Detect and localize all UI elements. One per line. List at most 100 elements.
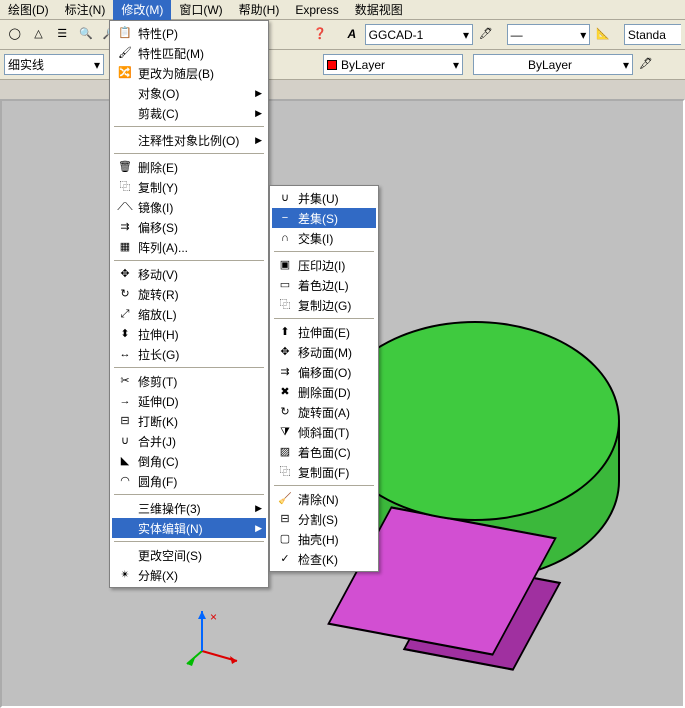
menu-item[interactable]: ⿻复制面(F) <box>272 462 376 482</box>
menu-item-label: 镜像(I) <box>138 199 173 216</box>
tool-icon[interactable]: 🖋 <box>635 54 657 76</box>
menu-item[interactable]: 标注(N) <box>57 0 114 20</box>
tool-icon[interactable]: 🔍 <box>75 24 97 46</box>
copyface-icon: ⿻ <box>276 463 294 481</box>
menu-item[interactable]: ∪合并(J) <box>112 431 266 451</box>
mirror-icon: ⟋⟍ <box>116 198 134 216</box>
menu-item[interactable]: 🧹清除(N) <box>272 489 376 509</box>
textstyle-icon[interactable]: A <box>341 24 363 46</box>
menu-item[interactable]: 绘图(D) <box>0 0 57 20</box>
subtract-icon: − <box>276 209 294 227</box>
menu-item[interactable]: ⇉偏移(S) <box>112 217 266 237</box>
menu-item[interactable]: ⤢缩放(L) <box>112 304 266 324</box>
menu-item[interactable]: ▢抽壳(H) <box>272 529 376 549</box>
menu-item[interactable]: ▦阵列(A)... <box>112 237 266 257</box>
menu-item[interactable]: 三维操作(3)▶ <box>112 498 266 518</box>
menu-item[interactable]: ⊟打断(K) <box>112 411 266 431</box>
chevron-down-icon: ▾ <box>463 28 469 42</box>
menu-item[interactable]: ↔拉长(G) <box>112 344 266 364</box>
menu-item-label: 分解(X) <box>138 567 178 584</box>
colorface-icon: ▨ <box>276 443 294 461</box>
menu-item-label: 旋转面(A) <box>298 404 350 421</box>
random-icon: 🔀 <box>116 64 134 82</box>
menu-item[interactable]: ✥移动面(M) <box>272 342 376 362</box>
menu-item[interactable]: ⬆拉伸面(E) <box>272 322 376 342</box>
menu-item[interactable]: →延伸(D) <box>112 391 266 411</box>
menu-item[interactable]: ⿻复制边(G) <box>272 295 376 315</box>
menu-item[interactable]: ✓检查(K) <box>272 549 376 569</box>
submenu-arrow-icon: ▶ <box>255 88 262 99</box>
menu-item[interactable]: ✂修剪(T) <box>112 371 266 391</box>
menu-item[interactable]: 🔀更改为随层(B) <box>112 63 266 83</box>
menu-item[interactable]: ⊟分割(S) <box>272 509 376 529</box>
menu-item[interactable]: ⧩倾斜面(T) <box>272 422 376 442</box>
menu-item-label: 检查(K) <box>298 551 338 568</box>
menu-item[interactable]: 帮助(H) <box>231 0 288 20</box>
menu-item[interactable]: 📋特性(P) <box>112 23 266 43</box>
menu-item-label: 剪裁(C) <box>138 105 179 122</box>
menu-item[interactable]: 更改空间(S) <box>112 545 266 565</box>
tool-icon[interactable]: ◯ <box>4 24 26 46</box>
menu-item[interactable]: ⟋⟍镜像(I) <box>112 197 266 217</box>
stretch-icon: ⬍ <box>116 325 134 343</box>
menu-item[interactable]: 对象(O) ▶ <box>112 83 266 103</box>
moveface-icon: ✥ <box>276 343 294 361</box>
copy-icon: ⿻ <box>116 178 134 196</box>
tool-icon[interactable]: 🖊 <box>475 24 497 46</box>
menu-item[interactable]: ↻旋转(R) <box>112 284 266 304</box>
menu-bar: 绘图(D)标注(N)修改(M)窗口(W)帮助(H)Express数据视图 <box>0 0 685 20</box>
menu-item[interactable]: 窗口(W) <box>171 0 230 20</box>
menu-item[interactable]: 数据视图 <box>347 0 411 20</box>
menu-item[interactable]: ▭着色边(L) <box>272 275 376 295</box>
menu-item[interactable]: −差集(S) <box>272 208 376 228</box>
menu-item[interactable]: ◣倒角(C) <box>112 451 266 471</box>
menu-item[interactable]: ✥移动(V) <box>112 264 266 284</box>
menu-item[interactable]: 修改(M) <box>113 0 171 20</box>
chevron-down-icon: ▾ <box>580 28 586 42</box>
menu-item-label: 差集(S) <box>298 210 338 227</box>
menu-item[interactable]: 注释性对象比例(O)▶ <box>112 130 266 150</box>
menu-item-label: 对象(O) <box>138 85 179 102</box>
menu-item[interactable]: ∪并集(U) <box>272 188 376 208</box>
dimstyle-combo[interactable]: GGCAD-1▾ <box>365 24 473 45</box>
menu-item[interactable]: 🗑删除(E) <box>112 157 266 177</box>
menu-item[interactable]: ⿻复制(Y) <box>112 177 266 197</box>
linetype-combo[interactable]: 细实线▾ <box>4 54 104 75</box>
menu-item[interactable]: Express <box>287 1 346 19</box>
help-icon[interactable]: ❓ <box>309 24 331 46</box>
menu-item[interactable]: ⬍拉伸(H) <box>112 324 266 344</box>
menu-item[interactable]: ✴分解(X) <box>112 565 266 585</box>
chevron-down-icon: ▾ <box>623 58 629 72</box>
rotate-icon: ↻ <box>116 285 134 303</box>
menu-item[interactable]: ⇉偏移面(O) <box>272 362 376 382</box>
ucs-axis-icon: × <box>182 606 242 666</box>
menu-item[interactable]: ∩交集(I) <box>272 228 376 248</box>
blank-icon <box>116 546 134 564</box>
linetype2-combo[interactable]: ByLayer▾ <box>473 54 633 75</box>
lineweight-combo[interactable]: —▾ <box>507 24 591 45</box>
menu-item[interactable]: 剪裁(C)▶ <box>112 103 266 123</box>
menu-item[interactable]: ↻旋转面(A) <box>272 402 376 422</box>
menu-item[interactable]: ◠圆角(F) <box>112 471 266 491</box>
menu-item-label: 复制面(F) <box>298 464 349 481</box>
menu-item-label: 拉伸(H) <box>138 326 179 343</box>
menu-item-label: 阵列(A)... <box>138 239 188 256</box>
menu-item-label: 旋转(R) <box>138 286 179 303</box>
menu-item[interactable]: 🖌特性匹配(M) <box>112 43 266 63</box>
menu-item[interactable]: ✖删除面(D) <box>272 382 376 402</box>
menu-item[interactable]: 实体编辑(N)▶ <box>112 518 266 538</box>
tool-icon[interactable]: △ <box>28 24 50 46</box>
tool-icon[interactable]: ☰ <box>51 24 73 46</box>
tool-icon[interactable]: 📐 <box>592 24 614 46</box>
menu-separator <box>274 485 374 486</box>
textstyle-combo[interactable]: Standa <box>624 24 681 45</box>
menu-item-label: 删除(E) <box>138 159 178 176</box>
menu-item[interactable]: ▣压印边(I) <box>272 255 376 275</box>
blank-icon <box>116 104 134 122</box>
menu-item-label: 着色面(C) <box>298 444 351 461</box>
menu-separator <box>114 541 264 542</box>
menu-item-label: 并集(U) <box>298 190 339 207</box>
rotateface-icon: ↻ <box>276 403 294 421</box>
menu-item[interactable]: ▨着色面(C) <box>272 442 376 462</box>
color-combo[interactable]: ByLayer▾ <box>323 54 463 75</box>
